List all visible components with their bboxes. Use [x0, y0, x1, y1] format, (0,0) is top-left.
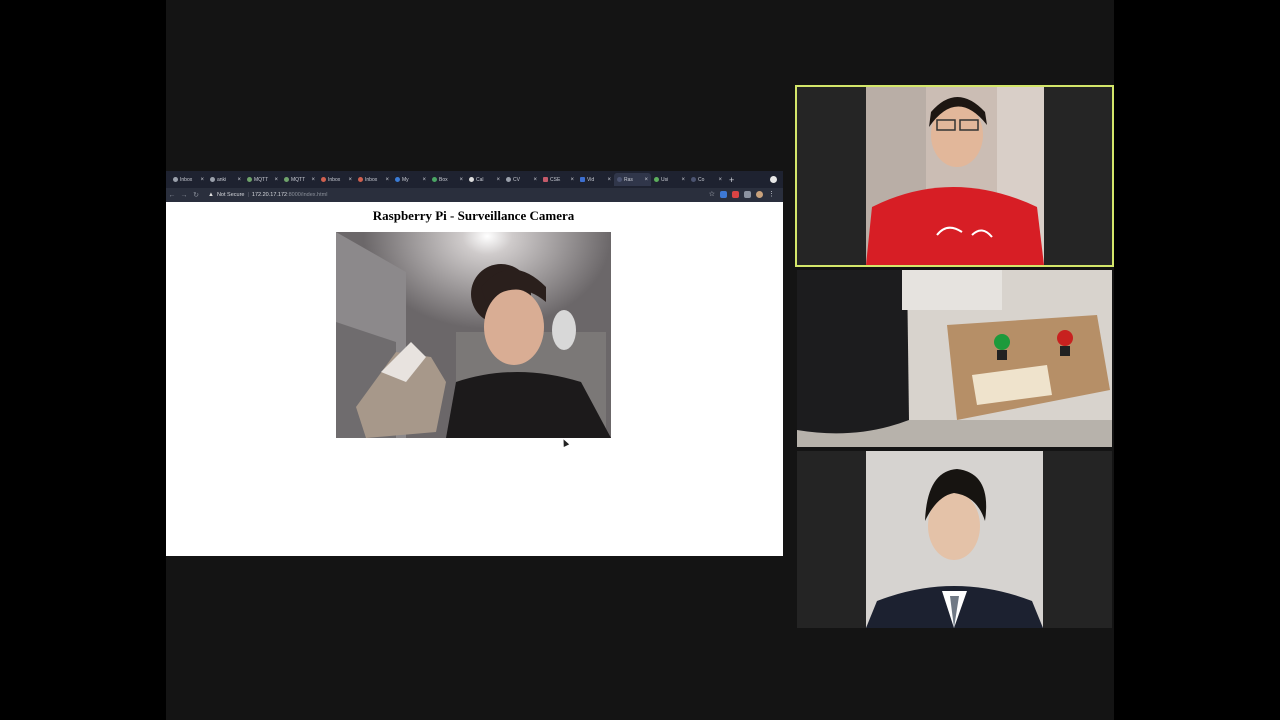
browser-menu-icon[interactable] — [770, 176, 777, 183]
browser-tab[interactable]: CV × — [503, 173, 540, 186]
close-icon[interactable]: × — [533, 177, 537, 183]
browser-tab[interactable]: Inbox × — [355, 173, 392, 186]
participant-video[interactable] — [797, 451, 1112, 628]
site-icon — [580, 177, 585, 182]
url-host[interactable]: 172.20.17.172 — [252, 192, 287, 198]
security-label[interactable]: Not Secure — [217, 192, 245, 198]
gmail-icon — [321, 177, 326, 182]
browser-tab[interactable]: MQTT × — [281, 173, 318, 186]
close-icon[interactable]: × — [570, 177, 574, 183]
url-path[interactable]: :8000/index.html — [287, 192, 327, 198]
github-icon — [173, 177, 178, 182]
address-bar: ← → ↻ ▲ Not Secure | 172.20.17.172:8000/… — [166, 188, 783, 202]
gmail-icon — [358, 177, 363, 182]
browser-tab[interactable]: My × — [392, 173, 429, 186]
browser-tab[interactable]: MQTT × — [244, 173, 281, 186]
close-icon[interactable]: × — [385, 177, 389, 183]
browser-tab[interactable]: anki × — [207, 173, 244, 186]
kebab-menu-icon[interactable]: ⋮ — [768, 191, 775, 198]
site-icon — [247, 177, 252, 182]
new-tab-icon[interactable]: + — [729, 175, 734, 185]
browser-tab[interactable]: Co × — [688, 173, 725, 186]
close-icon[interactable]: × — [311, 177, 315, 183]
extension-icons: ☆ ⋮ — [709, 191, 775, 198]
close-icon[interactable]: × — [422, 177, 426, 183]
participant-video-active-speaker[interactable] — [795, 85, 1114, 267]
close-icon[interactable]: × — [644, 177, 648, 183]
site-icon — [691, 177, 696, 182]
close-icon[interactable]: × — [237, 177, 241, 183]
browser-tab[interactable]: Inbox × — [170, 173, 207, 186]
forward-icon[interactable]: → — [178, 192, 190, 199]
browser-tab-bar: Inbox × anki × MQTT × MQTT × Inbox × Inbox × M… — [166, 171, 783, 188]
github-icon — [506, 177, 511, 182]
browser-tab[interactable]: Vid × — [577, 173, 614, 186]
close-icon[interactable]: × — [718, 177, 722, 183]
browser-tab[interactable]: Inbox × — [318, 173, 355, 186]
warning-icon[interactable]: ▲ — [208, 192, 214, 198]
extension-icon[interactable] — [720, 191, 727, 198]
close-icon[interactable]: × — [459, 177, 463, 183]
browser-tab[interactable]: CSE × — [540, 173, 577, 186]
participant-video[interactable] — [797, 270, 1112, 447]
page-title: Raspberry Pi - Surveillance Camera — [372, 208, 575, 223]
site-icon — [395, 177, 400, 182]
browser-tab[interactable]: Box × — [429, 173, 466, 186]
close-icon[interactable]: × — [496, 177, 500, 183]
browser-tab-active[interactable]: Ras × — [614, 173, 651, 186]
mouse-cursor — [560, 438, 570, 447]
extension-icon[interactable] — [732, 191, 739, 198]
github-icon — [210, 177, 215, 182]
browser-tab[interactable]: Cal × — [466, 173, 503, 186]
site-icon — [469, 177, 474, 182]
site-icon — [543, 177, 548, 182]
back-icon[interactable]: ← — [166, 192, 178, 199]
reload-icon[interactable]: ↻ — [190, 191, 202, 199]
divider: | — [247, 192, 249, 198]
site-icon — [617, 177, 622, 182]
puzzle-icon[interactable] — [744, 191, 751, 198]
avatar[interactable] — [756, 191, 763, 198]
close-icon[interactable]: × — [274, 177, 278, 183]
close-icon[interactable]: × — [348, 177, 352, 183]
close-icon[interactable]: × — [607, 177, 611, 183]
web-page: Raspberry Pi - Surveillance Camera — [166, 202, 783, 556]
close-icon[interactable]: × — [681, 177, 685, 183]
bookmark-star-icon[interactable]: ☆ — [709, 191, 715, 198]
camera-feed — [336, 232, 611, 438]
site-icon — [284, 177, 289, 182]
site-icon — [654, 177, 659, 182]
shared-screen: Inbox × anki × MQTT × MQTT × Inbox × Inbox × M… — [166, 171, 783, 556]
browser-tab[interactable]: Usi × — [651, 173, 688, 186]
drive-icon — [432, 177, 437, 182]
close-icon[interactable]: × — [200, 177, 204, 183]
